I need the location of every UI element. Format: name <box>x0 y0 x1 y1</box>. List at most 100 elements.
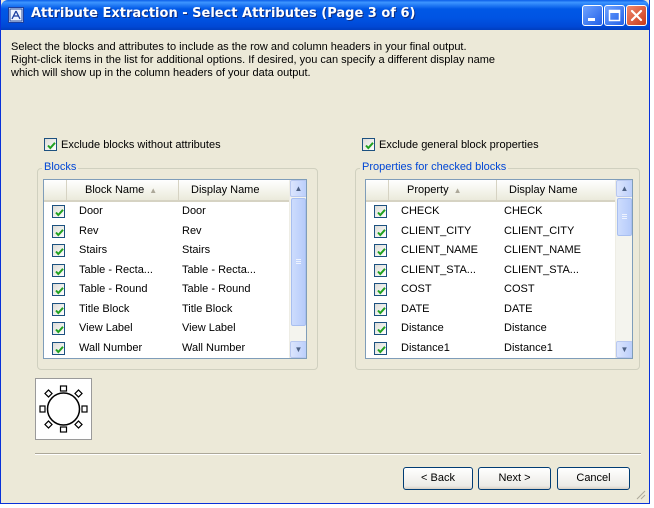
list-item[interactable]: CHECK CHECK <box>366 202 615 222</box>
list-item[interactable]: Stairs Stairs <box>44 241 289 261</box>
blocks-group-label: Blocks <box>42 161 79 173</box>
header-label: Property <box>407 184 449 196</box>
row-checkbox[interactable] <box>52 263 65 277</box>
item-display-name[interactable]: Stairs <box>182 244 290 257</box>
list-item[interactable]: Table - Round Table - Round <box>44 280 289 300</box>
properties-list-rows: CHECK CHECK CLIENT_CITY CLIENT_CITY CLIENT_N… <box>366 202 615 358</box>
list-item[interactable]: CLIENT_CITY CLIENT_CITY <box>366 222 615 242</box>
blocks-list-rows: Door Door Rev Rev Stairs Stairs Table - Recta.… <box>44 202 289 358</box>
row-checkbox[interactable] <box>52 205 65 218</box>
scroll-up-arrow-icon[interactable]: ▲ <box>290 180 306 197</box>
column-header-display-name[interactable]: Display Name <box>497 180 617 200</box>
item-display-name[interactable]: CLIENT_NAME <box>504 244 612 257</box>
checkmark-icon <box>377 326 386 334</box>
item-display-name[interactable]: COST <box>504 283 612 296</box>
close-button[interactable] <box>626 5 647 26</box>
row-checkbox[interactable] <box>374 302 387 316</box>
window-title: Attribute Extraction - Select Attributes… <box>31 6 416 21</box>
list-item[interactable]: Wall Number Wall Number <box>44 339 289 359</box>
item-display-name[interactable]: DATE <box>504 303 612 316</box>
checkmark-icon <box>47 142 56 150</box>
column-header-display-name[interactable]: Display Name <box>179 180 291 200</box>
row-checkbox[interactable] <box>52 322 65 335</box>
properties-list-scrollbar[interactable]: ▲ ▼ <box>615 180 632 358</box>
item-name: Door <box>79 205 103 217</box>
row-checkbox[interactable] <box>374 224 387 238</box>
back-button[interactable]: < Back <box>403 467 473 490</box>
item-display-name[interactable]: Table - Round <box>182 283 290 296</box>
item-name: Table - Round <box>79 283 148 295</box>
row-checkbox[interactable] <box>52 302 65 316</box>
minimize-button[interactable] <box>582 5 603 26</box>
list-item[interactable]: Distance Distance <box>366 319 615 339</box>
close-icon <box>630 9 643 22</box>
title-bar[interactable]: Attribute Extraction - Select Attributes… <box>1 0 649 30</box>
item-display-name[interactable]: CLIENT_STA... <box>504 264 612 277</box>
item-display-name[interactable]: CLIENT_CITY <box>504 225 612 238</box>
scroll-up-arrow-icon[interactable]: ▲ <box>616 180 632 197</box>
scroll-down-arrow-icon[interactable]: ▼ <box>290 341 306 358</box>
checkbox-column-header[interactable] <box>366 180 389 200</box>
checkbox-box[interactable] <box>44 138 57 151</box>
item-display-name[interactable]: Door <box>182 205 290 218</box>
item-name: Stairs <box>79 244 108 256</box>
properties-group-label: Properties for checked blocks <box>360 161 509 173</box>
row-checkbox[interactable] <box>52 283 65 296</box>
list-item[interactable]: Distance1 Distance1 <box>366 339 615 359</box>
item-name: CHECK <box>401 205 440 217</box>
item-display-name[interactable]: View Label <box>182 322 290 335</box>
scroll-thumb[interactable] <box>291 198 306 326</box>
item-name: Wall Number <box>79 341 143 354</box>
header-label: Display Name <box>191 184 260 196</box>
list-item[interactable]: Title Block Title Block <box>44 300 289 320</box>
checkbox-box[interactable] <box>362 138 375 151</box>
checkbox-column-header[interactable] <box>44 180 67 200</box>
row-checkbox[interactable] <box>374 341 387 355</box>
checkmark-icon <box>55 306 64 314</box>
round-table-preview-icon <box>39 385 88 433</box>
list-item[interactable]: DATE DATE <box>366 300 615 320</box>
exclude-blocks-without-attributes-checkbox[interactable]: Exclude blocks without attributes <box>44 138 221 151</box>
blocks-list[interactable]: Block Name ▲ Display Name Door Door Rev Rev S… <box>43 179 307 359</box>
row-checkbox[interactable] <box>374 263 387 277</box>
properties-list[interactable]: Property ▲ Display Name CHECK CHECK CLIENT_… <box>365 179 633 359</box>
row-checkbox[interactable] <box>374 205 387 218</box>
item-display-name[interactable]: Wall Number <box>182 342 290 355</box>
list-item[interactable]: Door Door <box>44 202 289 222</box>
checkmark-icon <box>377 345 386 353</box>
row-checkbox[interactable] <box>374 283 387 296</box>
column-header-block-name[interactable]: Block Name ▲ <box>67 180 179 200</box>
item-display-name[interactable]: Table - Recta... <box>182 264 290 277</box>
item-name: Table - Recta... <box>79 263 153 276</box>
scroll-down-arrow-icon[interactable]: ▼ <box>616 341 632 358</box>
item-name: COST <box>401 283 432 295</box>
next-button[interactable]: Next > <box>478 467 551 490</box>
item-display-name[interactable]: CHECK <box>504 205 612 218</box>
row-checkbox[interactable] <box>52 224 65 238</box>
item-display-name[interactable]: Title Block <box>182 303 290 316</box>
blocks-list-scrollbar[interactable]: ▲ ▼ <box>289 180 306 358</box>
list-item[interactable]: Table - Recta... Table - Recta... <box>44 261 289 281</box>
resize-grip-icon[interactable] <box>634 488 646 500</box>
row-checkbox[interactable] <box>52 244 65 257</box>
item-name: CLIENT_STA... <box>401 263 476 276</box>
column-header-property[interactable]: Property ▲ <box>389 180 497 200</box>
list-item[interactable]: Rev Rev <box>44 222 289 242</box>
checkmark-icon <box>55 267 64 275</box>
attribute-extraction-dialog: Attribute Extraction - Select Attributes… <box>0 0 650 504</box>
cancel-button[interactable]: Cancel <box>557 467 630 490</box>
list-item[interactable]: CLIENT_NAME CLIENT_NAME <box>366 241 615 261</box>
checkmark-icon <box>377 248 386 256</box>
item-display-name[interactable]: Rev <box>182 225 290 238</box>
item-display-name[interactable]: Distance <box>504 322 612 335</box>
list-item[interactable]: View Label View Label <box>44 319 289 339</box>
exclude-general-block-properties-checkbox[interactable]: Exclude general block properties <box>362 138 539 151</box>
item-display-name[interactable]: Distance1 <box>504 342 612 355</box>
row-checkbox[interactable] <box>374 244 387 257</box>
list-item[interactable]: CLIENT_STA... CLIENT_STA... <box>366 261 615 281</box>
row-checkbox[interactable] <box>374 322 387 335</box>
maximize-button[interactable] <box>604 5 625 26</box>
scroll-thumb[interactable] <box>617 198 632 236</box>
list-item[interactable]: COST COST <box>366 280 615 300</box>
row-checkbox[interactable] <box>52 341 65 355</box>
